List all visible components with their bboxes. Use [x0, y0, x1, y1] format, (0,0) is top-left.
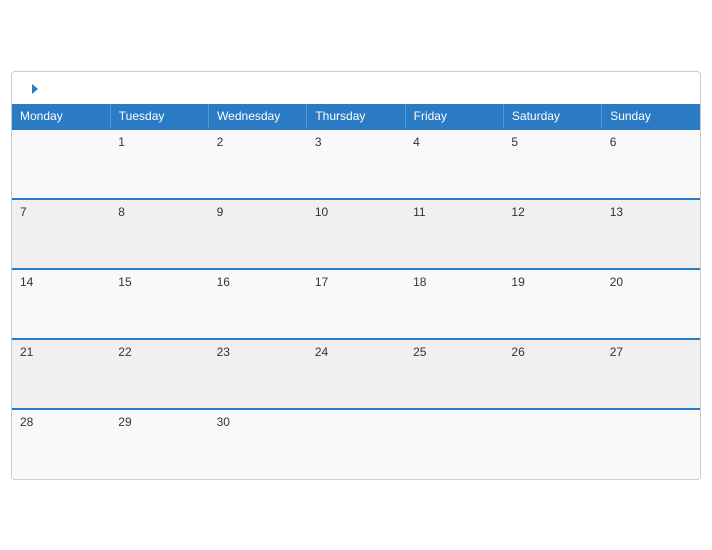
calendar-cell: 21: [12, 339, 110, 409]
day-number: 22: [118, 345, 131, 359]
day-number: 13: [610, 205, 623, 219]
calendar-cell: 17: [307, 269, 405, 339]
week-row-4: 21 22 23 24 25 26 27: [12, 339, 700, 409]
day-number: 16: [217, 275, 230, 289]
calendar-cell: 27: [602, 339, 700, 409]
day-number: 6: [610, 135, 617, 149]
calendar-cell: 22: [110, 339, 208, 409]
calendar-cell: 1: [110, 129, 208, 199]
day-number: 30: [217, 415, 230, 429]
day-header-monday: Monday: [12, 104, 110, 129]
calendar-cell: 8: [110, 199, 208, 269]
calendar-cell: 16: [209, 269, 307, 339]
logo-blue-row: [28, 84, 38, 96]
calendar-cell: 13: [602, 199, 700, 269]
calendar-cell: 26: [503, 339, 601, 409]
calendar-cell: [405, 409, 503, 479]
calendar-cell: 12: [503, 199, 601, 269]
week-row-1: 1 2 3 4 5 6: [12, 129, 700, 199]
day-number: 12: [511, 205, 524, 219]
day-number: 15: [118, 275, 131, 289]
day-number: 10: [315, 205, 328, 219]
day-number: 21: [20, 345, 33, 359]
day-header-thursday: Thursday: [307, 104, 405, 129]
day-number: 26: [511, 345, 524, 359]
day-number: 19: [511, 275, 524, 289]
calendar-cell: 2: [209, 129, 307, 199]
day-number: 17: [315, 275, 328, 289]
calendar-grid: MondayTuesdayWednesdayThursdayFridaySatu…: [12, 104, 700, 479]
calendar-header: [12, 72, 700, 104]
day-number: 1: [118, 135, 125, 149]
calendar-cell: 20: [602, 269, 700, 339]
calendar-cell: [12, 129, 110, 199]
calendar-cell: 7: [12, 199, 110, 269]
calendar-cell: 11: [405, 199, 503, 269]
day-number: 4: [413, 135, 420, 149]
calendar-cell: 28: [12, 409, 110, 479]
calendar-cell: 9: [209, 199, 307, 269]
calendar-cell: [307, 409, 405, 479]
day-number: 18: [413, 275, 426, 289]
calendar-cell: 25: [405, 339, 503, 409]
day-number: 5: [511, 135, 518, 149]
calendar-cell: 30: [209, 409, 307, 479]
calendar-cell: 14: [12, 269, 110, 339]
day-number: 9: [217, 205, 224, 219]
day-header-tuesday: Tuesday: [110, 104, 208, 129]
week-row-3: 14 15 16 17 18 19 20: [12, 269, 700, 339]
logo-area: [28, 84, 38, 96]
calendar-cell: 3: [307, 129, 405, 199]
day-number: 27: [610, 345, 623, 359]
day-number: 7: [20, 205, 27, 219]
calendar-cell: 4: [405, 129, 503, 199]
day-number: 23: [217, 345, 230, 359]
day-header-sunday: Sunday: [602, 104, 700, 129]
day-number: 11: [413, 205, 425, 219]
week-row-2: 7 8 9 10 11 12 13: [12, 199, 700, 269]
day-number: 2: [217, 135, 224, 149]
day-header-wednesday: Wednesday: [209, 104, 307, 129]
calendar-cell: 5: [503, 129, 601, 199]
day-number: 8: [118, 205, 125, 219]
day-number: 3: [315, 135, 322, 149]
calendar-cell: 18: [405, 269, 503, 339]
calendar-cell: 15: [110, 269, 208, 339]
day-number: 25: [413, 345, 426, 359]
calendar-cell: 29: [110, 409, 208, 479]
day-number: 24: [315, 345, 328, 359]
calendar-cell: 23: [209, 339, 307, 409]
day-number: 20: [610, 275, 623, 289]
calendar-cell: [602, 409, 700, 479]
days-header-row: MondayTuesdayWednesdayThursdayFridaySatu…: [12, 104, 700, 129]
day-header-friday: Friday: [405, 104, 503, 129]
day-number: 28: [20, 415, 33, 429]
logo-triangle-icon: [32, 84, 38, 94]
calendar-container: MondayTuesdayWednesdayThursdayFridaySatu…: [11, 71, 701, 480]
day-number: 29: [118, 415, 131, 429]
week-row-5: 28 29 30: [12, 409, 700, 479]
day-header-saturday: Saturday: [503, 104, 601, 129]
calendar-cell: 24: [307, 339, 405, 409]
calendar-cell: 10: [307, 199, 405, 269]
day-number: 14: [20, 275, 33, 289]
calendar-cell: [503, 409, 601, 479]
calendar-cell: 6: [602, 129, 700, 199]
calendar-cell: 19: [503, 269, 601, 339]
